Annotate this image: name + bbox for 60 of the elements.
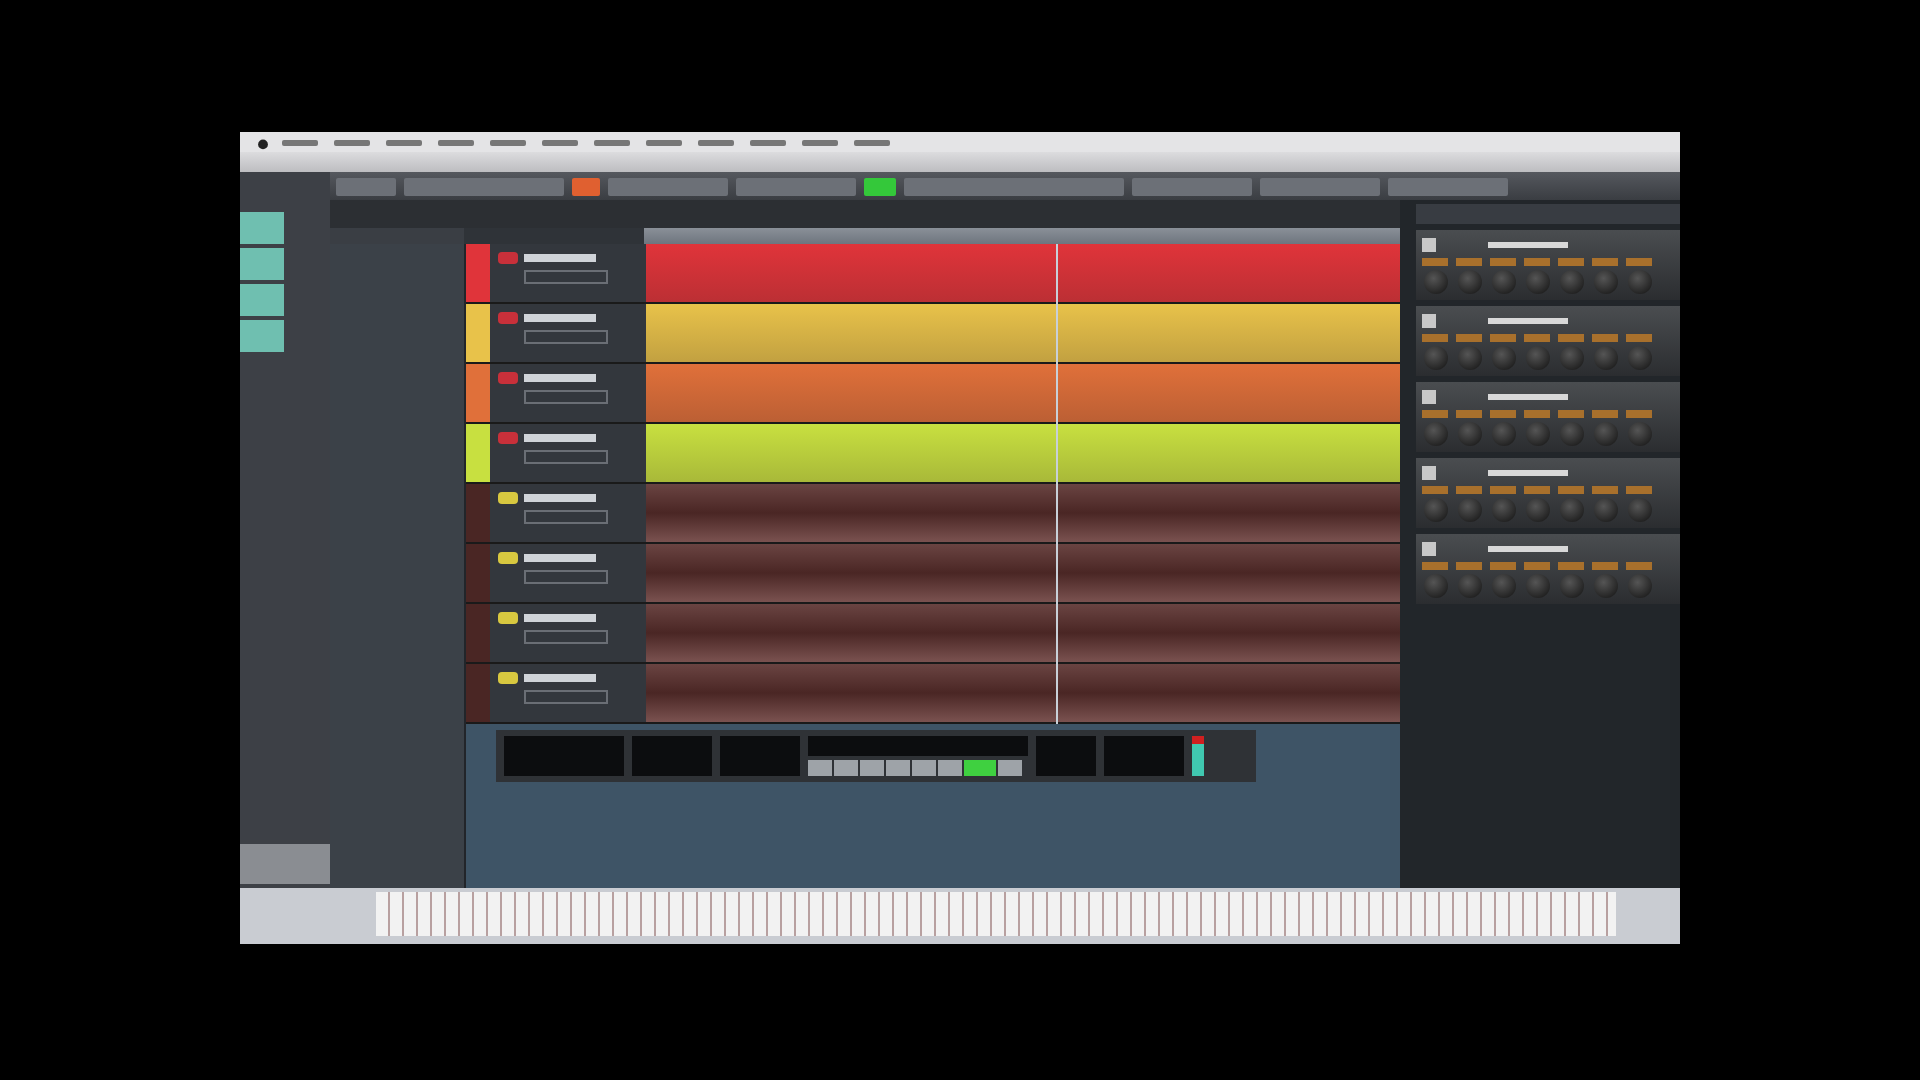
toolbar-control[interactable] xyxy=(404,177,564,195)
menu-item[interactable] xyxy=(750,139,786,145)
power-button[interactable] xyxy=(1422,313,1436,327)
track-name-bar xyxy=(524,434,596,442)
toolbar-control[interactable] xyxy=(608,177,728,195)
menu-item[interactable] xyxy=(386,139,422,145)
menu-item[interactable] xyxy=(438,139,474,145)
track-buttons[interactable] xyxy=(524,510,608,524)
instrument-name-bar xyxy=(1488,545,1568,551)
track-name-bar xyxy=(524,314,596,322)
track-buttons[interactable] xyxy=(524,630,608,644)
toolbar-control[interactable] xyxy=(1388,177,1508,195)
track-name-bar xyxy=(524,554,596,562)
instrument-name-bar xyxy=(1488,469,1568,475)
menu-item[interactable] xyxy=(646,139,682,145)
media-controls xyxy=(240,844,330,884)
transport-display xyxy=(632,736,712,776)
track-buttons[interactable] xyxy=(524,330,608,344)
menu-item[interactable] xyxy=(854,139,890,145)
track-name-bar xyxy=(524,674,596,682)
record-button[interactable] xyxy=(572,177,600,195)
tool-buttons[interactable] xyxy=(904,177,1124,195)
tempo-display xyxy=(1036,736,1096,776)
toolbar-control[interactable] xyxy=(1260,177,1380,195)
power-button[interactable] xyxy=(1422,465,1436,479)
track-name-bar xyxy=(524,614,596,622)
power-button[interactable] xyxy=(1422,389,1436,403)
power-button[interactable] xyxy=(1422,237,1436,251)
transport-display xyxy=(720,736,800,776)
menu-item[interactable] xyxy=(334,139,370,145)
menu-item[interactable] xyxy=(802,139,838,145)
instrument-name-bar xyxy=(1488,317,1568,323)
image-thumbnail[interactable] xyxy=(240,320,284,352)
track-name-bar xyxy=(524,374,596,382)
track-name-bar xyxy=(524,494,596,502)
menu-item[interactable] xyxy=(542,139,578,145)
image-thumbnail[interactable] xyxy=(240,284,284,316)
power-button[interactable] xyxy=(1422,541,1436,555)
transport-display xyxy=(1104,736,1184,776)
menu-item[interactable] xyxy=(490,139,526,145)
image-thumbnail[interactable] xyxy=(240,212,284,244)
track-buttons[interactable] xyxy=(524,390,608,404)
transport-display xyxy=(504,736,624,776)
instrument-name-bar xyxy=(1488,393,1568,399)
toolbar-control[interactable] xyxy=(1132,177,1252,195)
instrument-name-bar xyxy=(1488,241,1568,247)
menu-item[interactable] xyxy=(282,139,318,145)
level-meter xyxy=(1192,736,1204,776)
menu-item[interactable] xyxy=(698,139,734,145)
track-buttons[interactable] xyxy=(524,450,608,464)
track-name-bar xyxy=(524,254,596,262)
toolbar-control[interactable] xyxy=(736,177,856,195)
piano-keyboard[interactable] xyxy=(376,892,1616,936)
image-thumbnail[interactable] xyxy=(240,248,284,280)
toolbar-control[interactable] xyxy=(336,177,396,195)
toolbar-control[interactable] xyxy=(864,177,896,195)
track-buttons[interactable] xyxy=(524,570,608,584)
menu-item[interactable] xyxy=(594,139,630,145)
track-buttons[interactable] xyxy=(524,270,608,284)
track-buttons[interactable] xyxy=(524,690,608,704)
